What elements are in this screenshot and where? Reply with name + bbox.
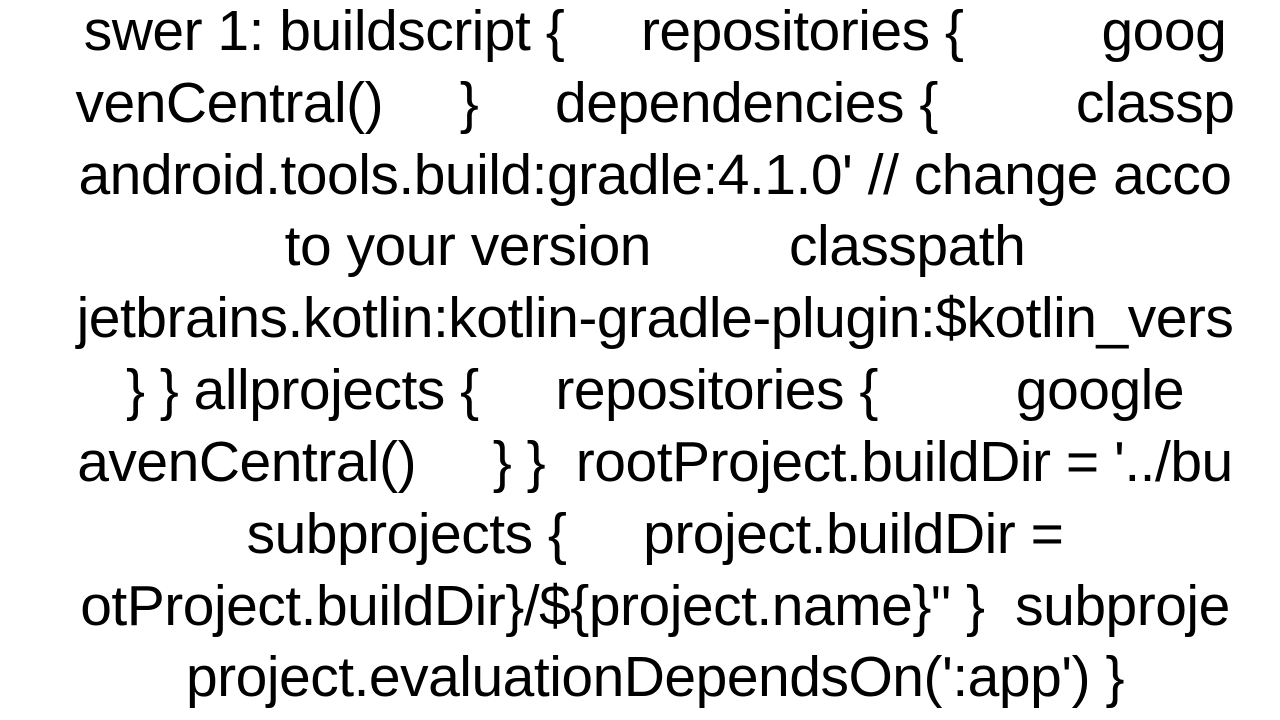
code-text-block: swer 1: buildscript { repositories { goo…	[0, 0, 1280, 714]
